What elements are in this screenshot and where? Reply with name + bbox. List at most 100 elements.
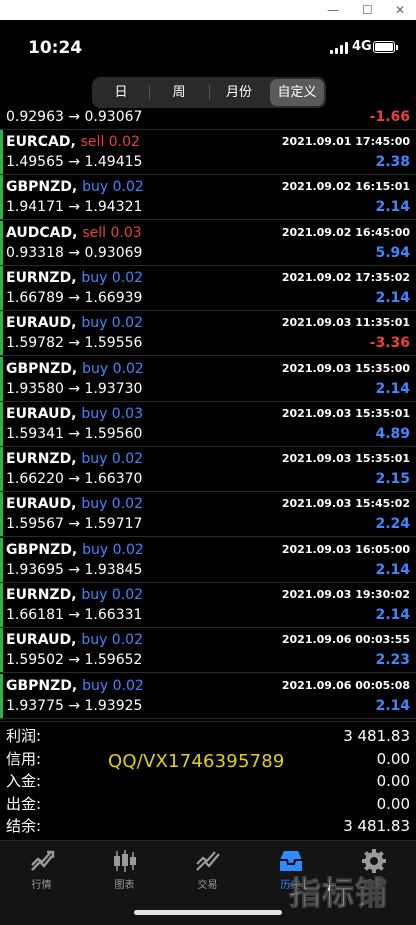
summary-label: 结余:: [6, 817, 42, 835]
symbol-label: EURCAD,: [6, 134, 76, 150]
symbol-label: EURAUD,: [6, 315, 77, 332]
trade-side: buy 0.02: [81, 587, 144, 603]
trade-history-list[interactable]: 0.92963 → 0.93067 -1.66 EURCAD, sell 0.0…: [0, 108, 416, 720]
table-row[interactable]: EURAUD, buy 0.02 2021.09.03 15:45:02 1.595…: [0, 492, 416, 538]
trade-profit: -3.36: [369, 335, 410, 352]
trade-side: buy 0.02: [82, 541, 144, 558]
trade-profit: 2.14: [375, 380, 410, 397]
table-row[interactable]: GBPNZD, buy 0.02 2021.09.02 16:15:01 1.941…: [0, 175, 416, 221]
trade-profit: 2.14: [375, 289, 410, 306]
nav-trade[interactable]: 交易: [166, 846, 249, 896]
trade-price: 1.93580 → 1.93730: [6, 380, 143, 397]
trade-side: buy 0.02: [82, 360, 144, 377]
trade-price: 1.59782 → 1.59556: [6, 335, 143, 352]
trade-profit: 4.89: [375, 425, 410, 442]
table-row[interactable]: EURCAD, sell 0.02 2021.09.01 17:45:00 1.49…: [0, 130, 416, 175]
trade-date: 2021.09.02 17:35:02: [281, 270, 410, 284]
trade-profit: 2.14: [375, 561, 410, 578]
table-row[interactable]: GBPNZD, buy 0.02 2021.09.06 00:05:08 1.937…: [0, 673, 416, 719]
table-row[interactable]: GBPNZD, buy 0.02 2021.09.03 15:35:00 1.935…: [0, 356, 416, 402]
trade-profit: 2.24: [375, 516, 410, 533]
summary-label: 入金:: [6, 772, 42, 790]
row-accent: [0, 583, 3, 627]
tab-week[interactable]: 周: [150, 79, 208, 106]
trade-date: 2021.09.06 00:03:55: [281, 633, 410, 647]
close-button[interactable]: ✕: [395, 2, 405, 18]
trade-date: 2021.09.03 11:35:01: [281, 316, 410, 330]
row-accent: [0, 537, 3, 582]
trade-profit: -1.66: [369, 109, 410, 125]
trade-side: sell 0.03: [82, 224, 142, 241]
tab-day[interactable]: 日: [94, 79, 148, 106]
symbol-label: GBPNZD,: [6, 360, 78, 377]
summary-row: 利润: 3 481.83: [0, 725, 416, 747]
trade-symbol: GBPNZD, buy 0.02: [6, 677, 144, 695]
symbol-label: EURAUD,: [6, 632, 77, 649]
nav-chart[interactable]: 图表: [83, 846, 166, 896]
trade-symbol: EURNZD, buy 0.02: [6, 586, 143, 604]
trade-date: 2021.09.02 16:45:00: [281, 225, 410, 239]
tab-month[interactable]: 月份: [210, 79, 268, 106]
status-time: 10:24: [28, 38, 83, 58]
trade-date: 2021.09.02 16:15:01: [281, 180, 410, 194]
trade-date: 2021.09.06 00:05:08: [281, 678, 410, 692]
nav-chart-label: 图表: [114, 880, 135, 891]
table-row[interactable]: EURAUD, buy 0.02 2021.09.06 00:03:55 1.595…: [0, 628, 416, 674]
nav-quotes[interactable]: 行情: [0, 846, 83, 896]
signal-icon: [330, 42, 350, 54]
trade-symbol: EURAUD, buy 0.02: [6, 314, 143, 332]
row-accent: [0, 130, 3, 174]
trade-symbol: GBPNZD, buy 0.02: [6, 541, 144, 559]
trade-profit: 2.23: [375, 652, 410, 669]
trade-date: 2021.09.01 17:45:00: [281, 135, 410, 148]
trade-profit: 5.94: [375, 244, 410, 261]
trade-profit: 2.38: [375, 154, 410, 170]
symbol-label: GBPNZD,: [6, 677, 78, 694]
trade-date: 2021.09.03 15:35:01: [281, 452, 410, 466]
trade-symbol: EURNZD, buy 0.02: [6, 269, 143, 287]
trade-price: 1.49565 → 1.49415: [6, 154, 143, 170]
status-bar: 10:24 4G: [0, 20, 416, 74]
table-row[interactable]: EURNZD, buy 0.02 2021.09.02 17:35:02 1.667…: [0, 265, 416, 311]
trade-side: sell 0.02: [80, 134, 140, 150]
trade-price: 1.66220 → 1.66370: [6, 471, 143, 488]
summary-value: 3 481.83: [343, 727, 410, 745]
table-row[interactable]: 0.92963 → 0.93067 -1.66: [0, 108, 416, 130]
symbol-label: EURNZD,: [6, 451, 77, 468]
symbol-label: GBPNZD,: [6, 179, 78, 196]
maximize-button[interactable]: ☐: [362, 2, 373, 18]
chart-icon: [113, 850, 136, 872]
row-accent: [0, 673, 3, 718]
history-icon: [279, 851, 302, 871]
table-row[interactable]: GBPNZD, buy 0.02 2021.09.03 16:05:00 1.936…: [0, 537, 416, 583]
trade-symbol: EURCAD, sell 0.02: [6, 133, 140, 151]
table-row[interactable]: AUDCAD, sell 0.03 2021.09.02 16:45:00 0.93…: [0, 220, 416, 266]
trade-price: 1.66181 → 1.66331: [6, 607, 143, 623]
summary-row: 入金: 0.00: [0, 770, 416, 792]
row-accent: [0, 492, 3, 537]
minimize-button[interactable]: —: [327, 2, 339, 18]
symbol-label: EURNZD,: [6, 269, 77, 286]
tab-custom[interactable]: 自定义: [270, 79, 324, 106]
trade-date: 2021.09.03 15:35:01: [281, 406, 410, 420]
trade-symbol: EURNZD, buy 0.02: [6, 450, 143, 468]
table-row[interactable]: EURAUD, buy 0.02 2021.09.03 11:35:01 1.597…: [0, 311, 416, 357]
settings-icon: [361, 849, 386, 873]
trade-side: buy 0.02: [82, 179, 144, 196]
trade-price: 1.93775 → 1.93925: [6, 697, 143, 714]
trade-price: 1.59502 → 1.59652: [6, 652, 143, 669]
overlay-contact-text: QQ/VX1746395789: [108, 751, 285, 772]
trade-side: buy 0.02: [81, 315, 143, 332]
table-row[interactable]: EURNZD, buy 0.02 2021.09.03 19:30:02 1.661…: [0, 583, 416, 628]
trade-price: 1.59567 → 1.59717: [6, 516, 143, 533]
table-row[interactable]: EURAUD, buy 0.03 2021.09.03 15:35:01 1.593…: [0, 401, 416, 447]
trade-symbol: AUDCAD, sell 0.03: [6, 224, 142, 242]
trade-date: 2021.09.03 15:35:00: [281, 361, 410, 375]
trade-profit: 2.14: [375, 697, 410, 714]
watermark-logo: 指标铺: [288, 874, 389, 913]
table-row[interactable]: EURNZD, buy 0.02 2021.09.03 15:35:01 1.662…: [0, 447, 416, 493]
symbol-label: EURNZD,: [6, 587, 77, 603]
trade-price: 1.66789 → 1.66939: [6, 289, 143, 306]
trade-side: buy 0.02: [81, 632, 143, 649]
trade-price: 0.93318 → 0.93069: [6, 244, 143, 261]
